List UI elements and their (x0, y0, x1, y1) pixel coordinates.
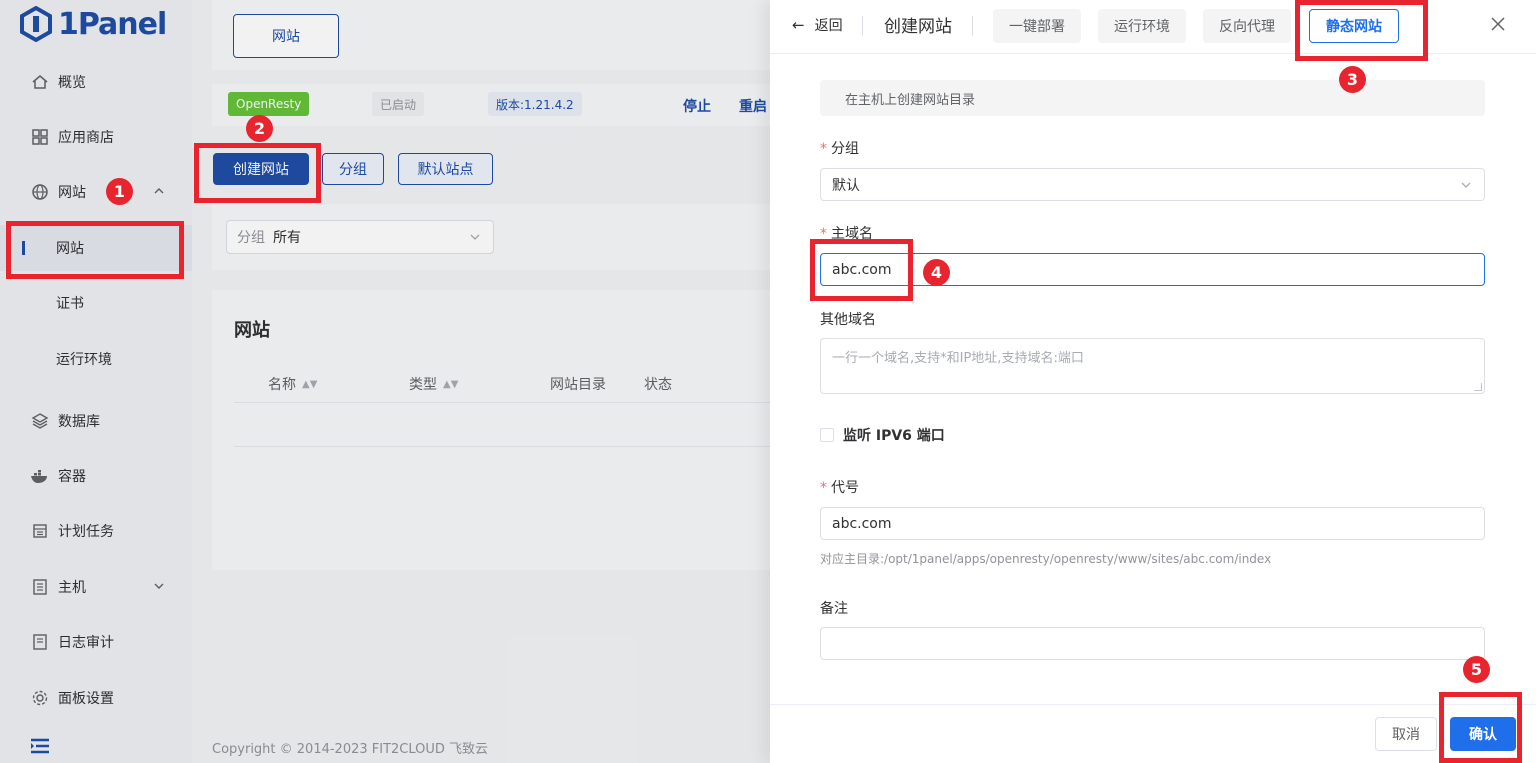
ipv6-label: 监听 IPV6 端口 (843, 428, 945, 444)
other-domains-textarea[interactable]: 一行一个域名,支持*和IP地址,支持域名:端口 (820, 338, 1485, 394)
divider (972, 16, 973, 36)
group-select-value: 默认 (832, 177, 860, 194)
alias-input[interactable]: abc.com (820, 507, 1485, 540)
create-website-drawer: ← 返回 创建网站 一键部署 运行环境 反向代理 静态网站 在主机上创建网站目录… (770, 0, 1536, 763)
back-label: 返回 (814, 18, 843, 34)
step-badge-1: 1 (106, 178, 133, 205)
drawer-title: 创建网站 (884, 17, 952, 37)
alias-dir-hint: 对应主目录:/opt/1panel/apps/openresty/openres… (820, 552, 1272, 566)
tab-reverse-proxy[interactable]: 反向代理 (1203, 9, 1291, 43)
divider (862, 16, 863, 36)
remark-input[interactable] (820, 627, 1485, 660)
step-badge-2: 2 (246, 115, 273, 142)
tab-one-click-deploy[interactable]: 一键部署 (993, 9, 1081, 43)
create-dir-hint: 在主机上创建网站目录 (820, 80, 1485, 116)
remark-label: 备注 (820, 601, 848, 617)
cancel-button[interactable]: 取消 (1375, 717, 1437, 751)
step-badge-5: 5 (1463, 656, 1490, 683)
chevron-down-icon (1461, 182, 1471, 188)
close-icon[interactable] (1490, 16, 1506, 32)
ipv6-checkbox[interactable]: 监听 IPV6 端口 (820, 425, 945, 445)
primary-domain-input[interactable]: abc.com (820, 253, 1485, 286)
back-button[interactable]: ← 返回 (792, 15, 843, 35)
other-domains-placeholder: 一行一个域名,支持*和IP地址,支持域名:端口 (832, 351, 1084, 366)
other-domains-label: 其他域名 (820, 312, 876, 328)
alias-label: * 代号 (820, 480, 859, 496)
highlight-box-step-4 (810, 239, 913, 301)
drawer-mask[interactable] (0, 0, 770, 763)
step-badge-3: 3 (1339, 66, 1366, 93)
group-select[interactable]: 默认 (820, 168, 1485, 201)
drawer-footer: 取消 确认 (770, 704, 1536, 763)
highlight-box-step-1 (6, 221, 184, 279)
step-badge-4: 4 (923, 259, 950, 286)
arrow-left-icon: ← (792, 16, 805, 34)
highlight-box-step-2 (194, 143, 321, 203)
highlight-box-step-3 (1295, 0, 1428, 61)
resize-handle[interactable] (1474, 383, 1482, 391)
highlight-box-step-5 (1439, 692, 1522, 763)
group-label: * 分组 (820, 141, 859, 157)
tab-runtime[interactable]: 运行环境 (1098, 9, 1186, 43)
checkbox-box[interactable] (820, 428, 834, 442)
